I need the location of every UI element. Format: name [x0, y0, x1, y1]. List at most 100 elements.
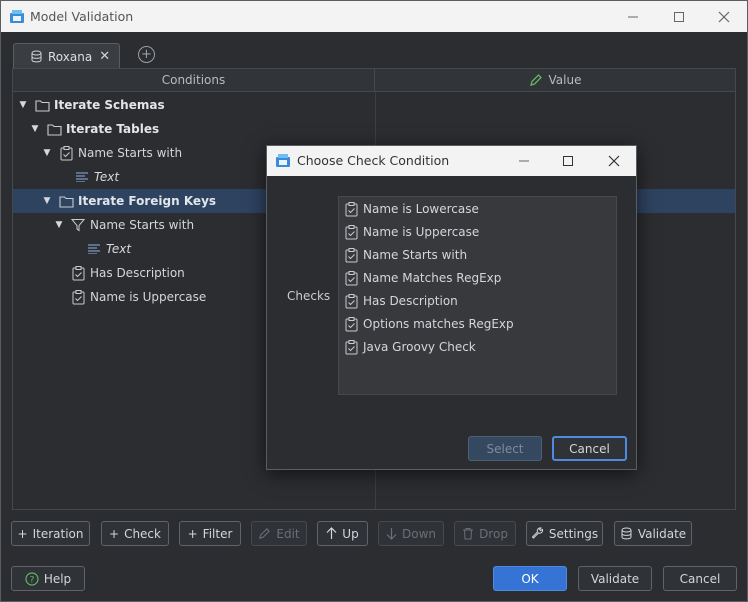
- tree-label: Text: [94, 170, 120, 184]
- clipboard-check-icon: [345, 201, 358, 216]
- svg-text:?: ?: [29, 575, 34, 585]
- clipboard-check-icon: [345, 339, 358, 354]
- settings-button[interactable]: Settings: [526, 521, 603, 546]
- folder-icon: [34, 97, 50, 113]
- button-label: Select: [486, 441, 524, 456]
- tree-label: Name is Uppercase: [90, 290, 207, 304]
- folder-icon: [58, 193, 74, 209]
- expand-arrow-icon[interactable]: ▼: [42, 196, 52, 206]
- expand-arrow-icon[interactable]: ▼: [54, 220, 64, 230]
- expand-arrow-icon[interactable]: ▼: [30, 124, 40, 134]
- list-item-label: Name is Lowercase: [363, 202, 479, 216]
- column-header-value[interactable]: Value: [375, 69, 735, 92]
- close-icon: [718, 11, 730, 22]
- tree-row-iterate-schemas[interactable]: ▼ Iterate Schemas: [13, 93, 735, 117]
- button-label: Validate: [590, 571, 640, 586]
- move-down-button[interactable]: Down: [378, 521, 444, 546]
- add-iteration-button[interactable]: + Iteration: [11, 521, 90, 546]
- list-item[interactable]: Name is Lowercase: [345, 198, 479, 220]
- minimize-icon: [519, 160, 529, 162]
- list-item-label: Has Description: [363, 294, 458, 308]
- clipboard-check-icon: [345, 270, 358, 285]
- button-label: Drop: [479, 526, 508, 541]
- checks-list[interactable]: Name is Lowercase Name is Uppercase Name…: [338, 196, 617, 395]
- app-icon: [10, 10, 24, 23]
- list-item[interactable]: Has Description: [345, 290, 458, 312]
- button-label: Cancel: [679, 571, 721, 586]
- add-tab-button[interactable]: +: [138, 46, 155, 63]
- button-label: Edit: [276, 526, 300, 541]
- list-item[interactable]: Name is Uppercase: [345, 221, 479, 243]
- maximize-button[interactable]: [656, 1, 702, 32]
- tree-label: Text: [106, 242, 132, 256]
- pencil-icon: [259, 528, 271, 539]
- validate-toolbar-button[interactable]: Validate: [614, 521, 692, 546]
- tree-label: Has Description: [90, 266, 185, 280]
- tree-row-iterate-tables[interactable]: ▼ Iterate Tables: [13, 117, 735, 141]
- tab-close-icon[interactable]: ✕: [99, 49, 110, 64]
- expand-arrow-icon[interactable]: ▼: [42, 148, 52, 158]
- list-item[interactable]: Name Starts with: [345, 244, 467, 266]
- pencil-icon: [529, 74, 542, 86]
- close-button[interactable]: [701, 1, 747, 32]
- button-label: Check: [124, 526, 161, 541]
- trash-icon: [463, 528, 474, 540]
- add-check-button[interactable]: + Check: [101, 521, 169, 546]
- choose-check-condition-dialog: Choose Check Condition Checks Name is Lo…: [266, 145, 637, 470]
- list-item-label: Options matches RegExp: [363, 317, 514, 331]
- list-item-label: Name is Uppercase: [363, 225, 480, 239]
- plus-icon: +: [187, 526, 198, 541]
- minimize-icon: [628, 16, 638, 17]
- list-item[interactable]: Options matches RegExp: [345, 313, 514, 335]
- wrench-icon: [531, 527, 543, 539]
- select-button[interactable]: Select: [468, 436, 542, 461]
- cancel-button[interactable]: Cancel: [663, 566, 737, 591]
- tab-bar: Roxana ✕ +: [1, 32, 747, 69]
- edit-button[interactable]: Edit: [251, 521, 307, 546]
- list-item-label: Name Matches RegExp: [363, 271, 502, 285]
- ok-button[interactable]: OK: [493, 566, 567, 591]
- help-button[interactable]: ? Help: [11, 566, 85, 591]
- expand-arrow-icon[interactable]: ▼: [18, 100, 28, 110]
- dialog-cancel-button[interactable]: Cancel: [552, 436, 627, 461]
- maximize-icon: [674, 11, 684, 22]
- clipboard-check-icon: [345, 316, 358, 331]
- help-icon: ?: [25, 571, 39, 586]
- button-label: OK: [521, 571, 539, 586]
- plus-icon: +: [141, 47, 152, 62]
- dialog-title: Choose Check Condition: [297, 153, 450, 168]
- minimize-button[interactable]: [610, 1, 656, 32]
- button-label: Filter: [202, 526, 233, 541]
- clipboard-check-icon: [58, 145, 74, 161]
- dialog-minimize-button[interactable]: [501, 146, 547, 176]
- button-label: Help: [43, 571, 72, 586]
- clipboard-check-icon: [70, 265, 86, 281]
- column-header-conditions[interactable]: Conditions: [13, 69, 375, 92]
- tab-roxana[interactable]: Roxana ✕: [13, 43, 120, 69]
- tree-label: Iterate Schemas: [54, 98, 165, 112]
- dialog-titlebar: Choose Check Condition: [267, 146, 636, 176]
- move-up-button[interactable]: Up: [317, 521, 368, 546]
- drop-button[interactable]: Drop: [454, 521, 516, 546]
- checks-label: Checks: [287, 289, 331, 303]
- add-filter-button[interactable]: + Filter: [179, 521, 241, 546]
- button-label: Iteration: [32, 526, 84, 541]
- dialog-close-button[interactable]: [591, 146, 637, 176]
- validate-button[interactable]: Validate: [578, 566, 652, 591]
- list-item-label: Name Starts with: [363, 248, 468, 262]
- button-label: Up: [342, 526, 359, 541]
- button-label: Down: [401, 526, 436, 541]
- tab-label: Roxana: [48, 49, 93, 64]
- folder-icon: [46, 121, 62, 137]
- clipboard-check-icon: [70, 289, 86, 305]
- text-lines-icon: [74, 169, 90, 185]
- arrow-down-icon: [386, 528, 397, 540]
- button-label: Settings: [548, 526, 599, 541]
- list-item[interactable]: Name Matches RegExp: [345, 267, 501, 289]
- close-icon: [608, 155, 620, 167]
- filter-icon: [70, 217, 86, 233]
- column-header-label: Conditions: [161, 73, 226, 87]
- dialog-maximize-button[interactable]: [545, 146, 591, 176]
- clipboard-check-icon: [345, 224, 358, 239]
- list-item[interactable]: Java Groovy Check: [345, 336, 476, 358]
